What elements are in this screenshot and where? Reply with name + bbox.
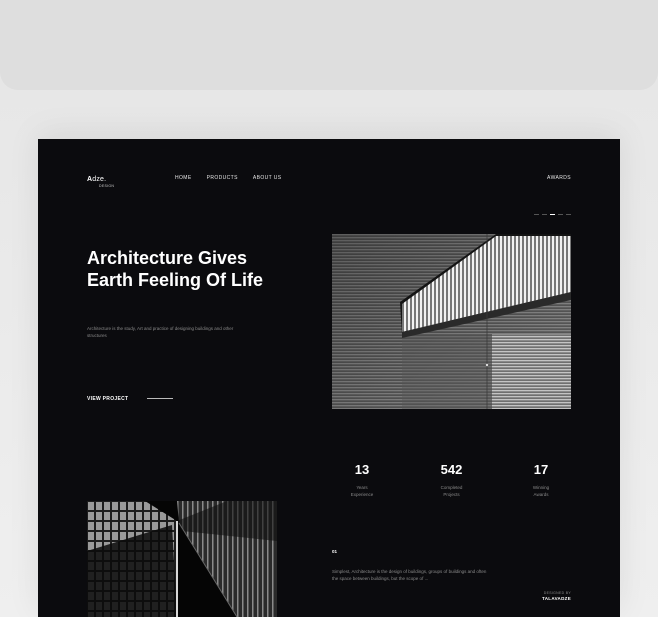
view-project-underline <box>147 398 173 399</box>
designer-credit: DESIGNED BY TALAVADZE <box>542 591 571 601</box>
stats-row: 13 Years Experience 542 Completed Projec… <box>332 462 571 498</box>
hero-subtitle: Architecture is the study, Art and pract… <box>87 326 234 338</box>
stat-winning-awards: 17 Winning Awards <box>511 462 571 498</box>
bottom-building-image <box>87 501 277 617</box>
credit-label: DESIGNED BY <box>543 591 571 595</box>
stat-value: 13 <box>354 462 370 477</box>
pager-dot[interactable] <box>558 214 563 216</box>
top-banner <box>0 0 658 90</box>
stat-label-line: Projects <box>443 491 460 497</box>
pager-dot[interactable] <box>542 214 547 216</box>
hero-building-image <box>332 234 571 409</box>
stat-value: 542 <box>440 462 463 477</box>
stat-completed-projects: 542 Completed Projects <box>422 462 482 498</box>
nav-item-awards[interactable]: AWARDS <box>547 175 571 181</box>
stat-label-line: Awards <box>533 491 549 497</box>
stat-label-line: Experience <box>350 491 374 497</box>
logo-subtitle: DESIGN <box>99 184 115 188</box>
view-project-link[interactable]: VIEW PROJECT <box>87 396 128 402</box>
pager-dot[interactable] <box>534 214 539 216</box>
website-mockup: Adze. DESIGN HOME PRODUCTS ABOUT US AWAR… <box>38 139 620 617</box>
nav-item-about-us[interactable]: ABOUT US <box>253 175 282 181</box>
logo[interactable]: Adze. DESIGN <box>87 176 114 188</box>
hero-title: Architecture Gives Earth Feeling Of Life <box>87 248 264 290</box>
logo-wordmark: dze. <box>92 176 107 183</box>
slider-pagination <box>534 214 571 216</box>
nav-item-home[interactable]: HOME <box>175 175 192 181</box>
pager-dot-active[interactable] <box>550 214 555 216</box>
main-nav: HOME PRODUCTS ABOUT US <box>175 175 282 181</box>
stat-value: 17 <box>533 462 549 477</box>
section-description: Simplest, Architecture is the design of … <box>332 569 487 581</box>
stat-years-experience: 13 Years Experience <box>332 462 392 498</box>
pager-dot[interactable] <box>566 214 571 216</box>
nav-item-products[interactable]: PRODUCTS <box>207 175 238 181</box>
credit-name[interactable]: TALAVADZE <box>542 596 571 601</box>
section-number: 01 <box>332 549 338 554</box>
